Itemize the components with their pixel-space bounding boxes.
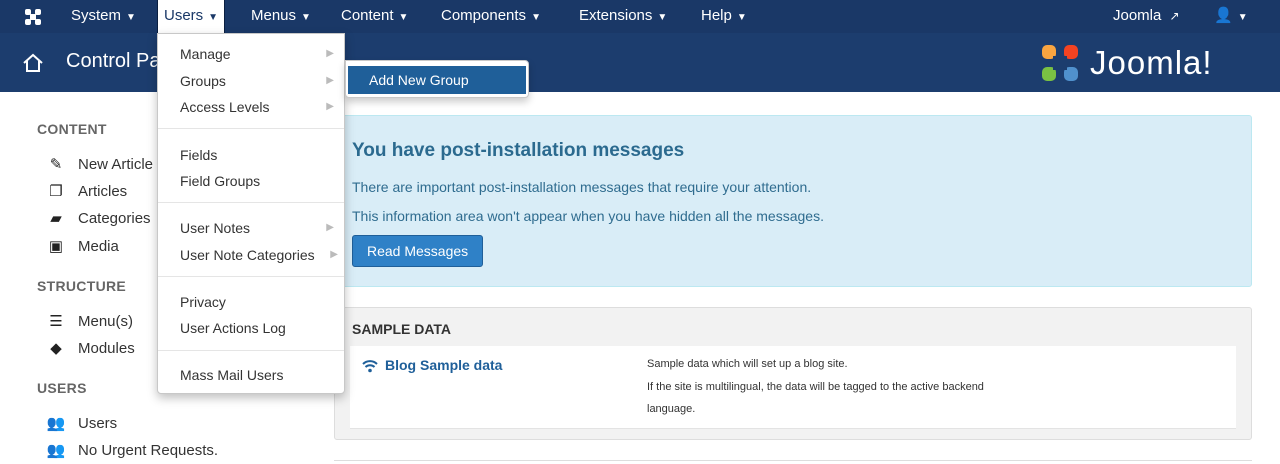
menu-item-user-actions-log[interactable]: User Actions Log <box>158 316 344 340</box>
folder-icon: ▰ <box>50 210 62 227</box>
menu-item-mass-mail-users[interactable]: Mass Mail Users <box>158 363 344 387</box>
sidebar-heading-structure: STRUCTURE <box>37 278 127 294</box>
next-panel-edge <box>334 460 1252 464</box>
chevron-right-icon: ▶ <box>326 75 334 86</box>
menu-components[interactable]: Components ▼ <box>441 0 541 33</box>
site-link[interactable]: Joomla ↗ <box>1113 0 1180 33</box>
top-navbar: System ▼ Users ▼ Menus ▼ Content ▼ Component… <box>0 0 1280 33</box>
post-install-alert: You have post-installation messages Ther… <box>334 115 1252 287</box>
image-icon: ▣ <box>48 238 64 255</box>
chevron-right-icon: ▶ <box>326 48 334 59</box>
menu-item-field-groups[interactable]: Field Groups <box>158 169 344 193</box>
users-icon: 👥 <box>46 442 66 459</box>
blog-sample-data-link[interactable]: Blog Sample data <box>385 357 502 373</box>
menu-item-user-notes[interactable]: User Notes ▶ <box>158 216 344 240</box>
menu-divider <box>158 276 344 277</box>
joomla-logo <box>1042 45 1078 81</box>
menu-divider <box>158 202 344 203</box>
sidebar-item-privacy-requests[interactable]: 👥 No Urgent Requests. <box>46 441 218 459</box>
groups-submenu: Add New Group <box>345 60 529 98</box>
users-dropdown-menu: Manage ▶ Groups ▶ Access Levels ▶ Fields Fi… <box>157 33 345 394</box>
chevron-right-icon: ▶ <box>326 101 334 112</box>
sample-data-row: Blog Sample data Sample data which will … <box>350 346 1236 429</box>
menu-menus[interactable]: Menus ▼ <box>251 0 311 33</box>
menu-system[interactable]: System ▼ <box>71 0 136 33</box>
menu-item-user-note-categories[interactable]: User Note Categories ▶ <box>158 243 344 267</box>
joomla-icon[interactable] <box>22 6 44 28</box>
chevron-right-icon: ▶ <box>330 249 338 260</box>
users-icon: 👥 <box>46 415 66 432</box>
alert-text: This information area won't appear when … <box>352 208 824 224</box>
menu-item-manage[interactable]: Manage ▶ <box>158 42 344 66</box>
copy-icon: ❐ <box>49 183 63 200</box>
menu-item-groups[interactable]: Groups ▶ <box>158 69 344 93</box>
sample-description: If the site is multilingual, the data wi… <box>647 381 984 393</box>
user-menu[interactable]: 👤 ▼ <box>1214 0 1248 33</box>
sample-data-panel: SAMPLE DATA Blog Sample data Sample data… <box>334 307 1252 440</box>
list-icon: ☰ <box>49 313 63 330</box>
menu-users[interactable]: Users ▼ <box>157 0 226 33</box>
menu-item-access-levels[interactable]: Access Levels ▶ <box>158 95 344 119</box>
sidebar-heading-content: CONTENT <box>37 121 107 137</box>
menu-divider <box>158 128 344 129</box>
logo-text: Joomla! <box>1090 44 1213 81</box>
pencil-icon: ✎ <box>49 156 63 173</box>
read-messages-button[interactable]: Read Messages <box>352 235 484 267</box>
sidebar-item-new-article[interactable]: ✎ New Article <box>46 155 153 173</box>
menu-content[interactable]: Content ▼ <box>341 0 408 33</box>
cube-icon: ◆ <box>50 340 62 357</box>
chevron-right-icon: ▶ <box>326 222 334 233</box>
sidebar-item-users[interactable]: 👥 Users <box>46 414 118 432</box>
alert-text: There are important post-installation me… <box>352 179 812 195</box>
sample-description: Sample data which will set up a blog sit… <box>647 358 848 370</box>
menu-item-fields[interactable]: Fields <box>158 143 344 167</box>
add-new-group-item[interactable]: Add New Group <box>348 66 526 94</box>
sidebar-heading-users: USERS <box>37 380 87 396</box>
menu-help[interactable]: Help ▼ <box>701 0 747 33</box>
sidebar-item-articles[interactable]: ❐ Articles <box>46 182 127 200</box>
external-link-icon: ↗ <box>1169 9 1180 23</box>
home-icon <box>23 53 43 72</box>
sidebar-item-modules[interactable]: ◆ Modules <box>46 339 134 357</box>
panel-title: SAMPLE DATA <box>352 321 452 337</box>
sample-description: language. <box>647 403 696 415</box>
sidebar-item-menus[interactable]: ☰ Menu(s) <box>46 312 133 330</box>
menu-item-privacy[interactable]: Privacy <box>158 290 344 314</box>
user-icon: 👤 <box>1214 7 1233 24</box>
sidebar-item-media[interactable]: ▣ Media <box>46 237 119 255</box>
alert-title: You have post-installation messages <box>352 140 685 161</box>
menu-extensions[interactable]: Extensions ▼ <box>579 0 667 33</box>
wifi-icon <box>362 360 378 373</box>
menu-divider <box>158 350 344 351</box>
sidebar-item-categories[interactable]: ▰ Categories <box>46 209 150 227</box>
